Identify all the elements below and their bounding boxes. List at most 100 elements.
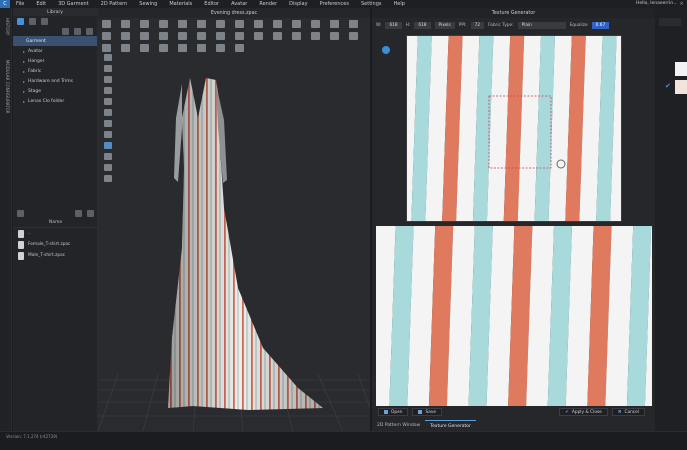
texture-generator-title: Texture Generator xyxy=(372,8,655,18)
tab-texture-generator[interactable]: Texture Generator xyxy=(425,420,476,431)
menu-materials[interactable]: Materials xyxy=(163,1,198,7)
library-item-label: Stage xyxy=(28,88,42,94)
library-toolbar xyxy=(13,16,97,26)
library-item[interactable]: ▸ Stage xyxy=(13,86,97,96)
menu-avatar[interactable]: Avatar xyxy=(225,1,253,7)
texture-generator-panel: Texture Generator W: 618 H: 618 Pixels P… xyxy=(372,8,655,431)
library-settings-icon[interactable] xyxy=(86,27,93,35)
tab-2d-pattern-window[interactable]: 2D Pattern Window xyxy=(372,420,425,431)
open-label: Open xyxy=(391,409,403,415)
library-item[interactable]: ▸ Avatar xyxy=(13,46,97,56)
search-icon[interactable] xyxy=(17,209,24,217)
menu-items: File Edit 3D Garment 2D Pattern Sewing Materi… xyxy=(10,1,411,7)
texture-result-preview xyxy=(376,226,652,406)
status-bar: Version: 7.1.274 (r42729) xyxy=(0,431,687,450)
checkmark-icon: ✔ xyxy=(665,82,671,90)
fabric-swatch-striped[interactable] xyxy=(675,80,687,94)
left-rail: HISTORY MODULAR CONFIGURATOR xyxy=(0,8,12,450)
library-item-label: Hardware and Trims xyxy=(28,78,73,84)
file-row[interactable]: .. xyxy=(13,228,98,239)
crop-overlay[interactable] xyxy=(407,36,622,222)
expand-arrow-icon[interactable]: ▸ xyxy=(23,69,25,74)
menu-3d-garment[interactable]: 3D Garment xyxy=(52,1,95,7)
history-tab[interactable]: HISTORY xyxy=(5,18,10,35)
cancel-label: Cancel xyxy=(624,409,639,415)
texture-properties-bar: W: 618 H: 618 Pixels PPI: 72 Fabric Type… xyxy=(372,20,655,30)
menu-editor[interactable]: Editor xyxy=(198,1,225,7)
library-item-label: Garment xyxy=(26,38,46,44)
library-item[interactable]: Garment xyxy=(13,36,97,46)
add-folder-icon[interactable] xyxy=(62,27,69,35)
texture-stripes-bottom xyxy=(376,226,652,406)
library-item[interactable]: ▸ Hanger xyxy=(13,56,97,66)
width-label: W: xyxy=(376,22,382,28)
fabric-swatch-white[interactable] xyxy=(675,62,687,76)
refresh-icon[interactable] xyxy=(75,209,82,217)
cancel-button[interactable]: ✖ Cancel xyxy=(611,408,645,416)
user-greeting[interactable]: Hello, lenaeerrin xyxy=(636,1,673,6)
library-item[interactable]: ▸ Hardware and Trims xyxy=(13,76,97,86)
texture-editor-canvas[interactable] xyxy=(406,35,622,222)
apply-close-button[interactable]: ✔ Apply & Close xyxy=(559,408,608,416)
file-browser: Name .. Female_T-shirt.zpac Male_T-shirt.z… xyxy=(13,208,98,261)
folder-up-icon xyxy=(18,229,24,238)
library-item-label: Avatar xyxy=(28,48,43,54)
unit-select[interactable]: Pixels xyxy=(434,21,455,29)
bottom-tabs: 2D Pattern Window Texture Generator xyxy=(372,420,655,431)
fabric-type-select[interactable]: Plain xyxy=(517,21,566,29)
expand-arrow-icon[interactable]: ▸ xyxy=(23,49,25,54)
library-item[interactable]: ▸ Fabric xyxy=(13,66,97,76)
window-controls: – × xyxy=(674,0,684,8)
avatar-left-arm xyxy=(174,84,182,182)
library-item-label: Fabric xyxy=(28,68,42,74)
cancel-icon: ✖ xyxy=(617,409,622,415)
library-grid-icon[interactable] xyxy=(29,17,36,25)
menu-render[interactable]: Render xyxy=(253,1,283,7)
library-home-icon[interactable] xyxy=(17,17,24,25)
menu-2d-pattern[interactable]: 2D Pattern xyxy=(95,1,134,7)
version-text: Version: 7.1.274 (r42729) xyxy=(6,434,58,439)
menu-file[interactable]: File xyxy=(10,1,30,7)
file-row[interactable]: Female_T-shirt.zpac xyxy=(13,239,98,250)
tshirt-icon xyxy=(18,251,24,260)
expand-arrow-icon[interactable]: ▸ xyxy=(23,79,25,84)
file-row[interactable]: Male_T-shirt.zpac xyxy=(13,250,98,261)
file-browser-column-name[interactable]: Name xyxy=(13,218,98,228)
equalize-field[interactable]: 0.67 xyxy=(591,21,610,29)
expand-arrow-icon[interactable]: ▸ xyxy=(23,59,25,64)
close-icon[interactable]: × xyxy=(680,1,684,7)
file-browser-toolbar xyxy=(13,208,98,218)
library-list-icon[interactable] xyxy=(41,17,48,25)
menu-edit[interactable]: Edit xyxy=(30,1,52,7)
menu-sewing[interactable]: Sewing xyxy=(133,1,163,7)
menu-settings[interactable]: Settings xyxy=(355,1,388,7)
menu-preferences[interactable]: Preferences xyxy=(314,1,355,7)
avatar-dress-render[interactable] xyxy=(98,8,370,431)
minimize-icon[interactable]: – xyxy=(674,1,677,7)
expand-arrow-icon[interactable]: ▸ xyxy=(23,99,25,104)
library-item[interactable]: ▸ Lenas Clo folder xyxy=(13,96,97,106)
property-toolbar xyxy=(659,18,681,26)
expand-arrow-icon[interactable]: ▸ xyxy=(23,89,25,94)
ppi-field[interactable]: 72 xyxy=(470,21,485,29)
library-item-label: Lenas Clo folder xyxy=(28,98,65,104)
save-button[interactable]: Save xyxy=(412,408,443,416)
remove-folder-icon[interactable] xyxy=(74,27,81,35)
library-title: Library xyxy=(13,8,97,16)
texture-preview-icon[interactable] xyxy=(382,46,390,54)
check-icon: ✔ xyxy=(565,409,569,415)
apply-label: Apply & Close xyxy=(571,409,602,415)
3d-viewport[interactable]: Evening dress.zpac xyxy=(98,8,370,431)
right-rail: ✔ xyxy=(655,8,687,431)
modular-configurator-tab[interactable]: MODULAR CONFIGURATOR xyxy=(5,60,10,114)
file-name: .. xyxy=(28,231,31,236)
menu-help[interactable]: Help xyxy=(388,1,411,7)
file-name: Female_T-shirt.zpac xyxy=(28,242,71,247)
view-mode-icon[interactable] xyxy=(87,209,94,217)
height-field[interactable]: 618 xyxy=(414,21,431,29)
library-subtoolbar xyxy=(13,26,97,36)
menu-display[interactable]: Display xyxy=(283,1,313,7)
width-field[interactable]: 618 xyxy=(385,21,402,29)
library-tree: Garment ▸ Avatar ▸ Hanger ▸ Fabric ▸ Hardware an… xyxy=(13,36,97,106)
open-button[interactable]: Open xyxy=(378,408,409,416)
